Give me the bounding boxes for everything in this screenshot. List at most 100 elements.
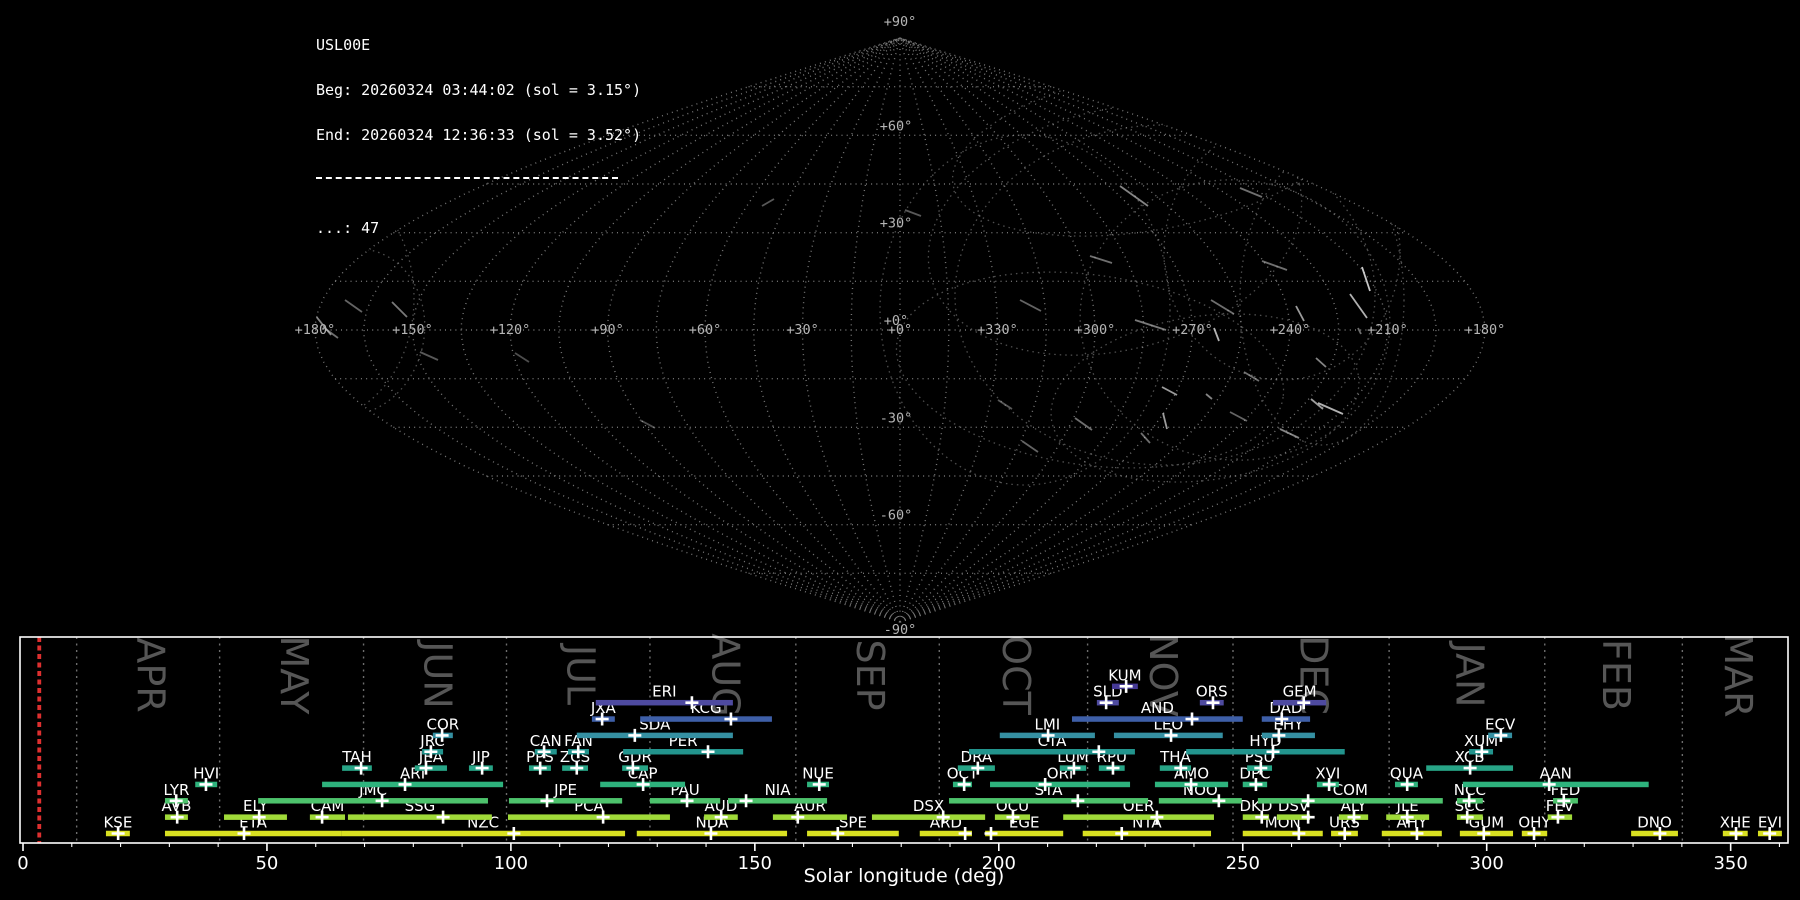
- peak-marker: [436, 810, 450, 824]
- shower-kum: KUM: [1108, 666, 1142, 693]
- meteor-trail: [1134, 319, 1167, 331]
- meteor-trail: [391, 301, 408, 318]
- shower-ecv: ECV: [1485, 715, 1516, 742]
- shower-code-label: AAN: [1540, 764, 1572, 782]
- meteor-trail: [1349, 293, 1368, 319]
- shower-code-label: ERI: [652, 683, 676, 701]
- shower-bar: [576, 732, 733, 739]
- header-separator: [316, 177, 618, 179]
- shower-code-label: TAH: [341, 748, 372, 766]
- ra-label: +90°: [591, 322, 624, 338]
- shower-bar: [1242, 830, 1323, 837]
- dec-label: -30°: [880, 410, 913, 426]
- shower-code-label: CAN: [530, 732, 562, 750]
- meteor-trail: [419, 351, 439, 361]
- shower-lyr: LYR: [163, 781, 189, 808]
- shower-bar: [341, 830, 626, 837]
- shower-bar: [1063, 814, 1214, 820]
- shower-activity: KSE ETA NZC NDA SPE ARD EGE NTA MON URS AHY GUM OHY D…: [103, 666, 1782, 840]
- ra-label: +30°: [786, 322, 819, 338]
- meteor-trail: [761, 198, 775, 207]
- x-tick-label: 250: [1226, 853, 1260, 874]
- shower-code-label: AND: [1141, 699, 1174, 717]
- shower-kse: KSE: [103, 814, 132, 840]
- shower-hvi: HVI: [193, 764, 219, 791]
- shower-xvi: XVI: [1315, 764, 1340, 791]
- month-label: APR: [129, 637, 173, 712]
- meteor-trail: [1112, 52, 1151, 61]
- shower-ohy: OHY: [1518, 814, 1551, 840]
- meteor-trail: [514, 352, 530, 363]
- month-label: JUN: [416, 639, 460, 708]
- ra-label: +300°: [1075, 322, 1116, 338]
- shower-code-label: DSX: [913, 797, 944, 815]
- ra-label: +270°: [1172, 322, 1213, 338]
- x-axis-title: Solar longitude (deg): [804, 865, 1005, 887]
- meridian-line: [753, 37, 901, 623]
- meteor-trail: [1229, 411, 1248, 422]
- plot-canvas: +90° -90° +180° +150° +120° +90° +60° +30° +0° +3…: [17, 14, 1789, 887]
- meteor-trail: [1119, 185, 1149, 207]
- shower-bar: [807, 830, 899, 837]
- meteor-count: ...: 47: [316, 219, 380, 237]
- shower-nue: NUE: [802, 764, 834, 791]
- meteor-trail: [1361, 266, 1371, 292]
- meteor-trail: [1279, 428, 1300, 439]
- shower-qua: QUA: [1390, 764, 1424, 791]
- ra-label: +150°: [392, 322, 433, 338]
- shower-bar: [871, 814, 986, 820]
- fov-ellipse: [1079, 179, 1391, 461]
- ra-label: +330°: [977, 322, 1018, 338]
- shower-bar: [949, 798, 1149, 804]
- shower-bar: [640, 716, 772, 722]
- shower-dno: DNO: [1631, 814, 1678, 840]
- shower-bar: [258, 798, 488, 804]
- x-tick-label: 0: [17, 853, 28, 874]
- peak-marker: [1185, 712, 1199, 726]
- meteor-trail: [1357, 327, 1362, 335]
- shower-bar: [322, 781, 504, 788]
- x-tick-label: 100: [494, 853, 528, 874]
- shower-bar: [969, 749, 1135, 755]
- shower-jip: JIP: [468, 748, 493, 775]
- ra-label: +180°: [295, 322, 336, 338]
- x-axis: 0 50 100 150 200 250 300 350Solar longitude (de…: [17, 843, 1780, 887]
- x-tick-label: 50: [255, 853, 278, 874]
- pole-label-south: -90°: [884, 622, 917, 638]
- peak-marker: [984, 827, 998, 840]
- meteor-trail: [639, 419, 656, 429]
- meteor-trail: [1295, 305, 1305, 322]
- shower-bar: [595, 699, 733, 706]
- meteor-trail: [1175, 120, 1200, 134]
- meteor-trail: [1257, 151, 1277, 164]
- ra-label: +120°: [490, 322, 531, 338]
- meteor-trail: [1261, 260, 1288, 271]
- fov-ellipse: [1163, 123, 1401, 381]
- activity-chart: APR MAY JUN JUL AUG SEP OCT NOV DEC JAN FEB MARKSE E…: [17, 632, 1789, 887]
- month-label: MAR: [1716, 632, 1760, 717]
- observation-header: USL00E Beg: 20260324 03:44:02 (sol = 3.1…: [316, 8, 641, 251]
- meteor-observation-screen: { "header": { "station": "USL00E", "beg"…: [0, 0, 1800, 900]
- meteor-trail: [1205, 393, 1213, 400]
- shower-bar: [623, 749, 744, 755]
- month-label: MAY: [272, 635, 316, 715]
- dec-label: +30°: [880, 216, 913, 232]
- shower-bar: [990, 781, 1131, 788]
- meteor-trail: [344, 299, 363, 313]
- x-tick-label: 150: [738, 853, 772, 874]
- shower-code-label: GEM: [1283, 683, 1317, 701]
- meteor-trail: [1036, 59, 1083, 67]
- shower-bar: [1158, 798, 1242, 804]
- shower-bar: [508, 798, 623, 804]
- month-label: OCT: [994, 635, 1038, 715]
- end-time: End: 20260324 12:36:33 (sol = 3.52°): [316, 126, 642, 144]
- shower-bar: [1186, 749, 1345, 755]
- peak-marker: [540, 794, 554, 808]
- meteor-trail: [1161, 386, 1178, 396]
- meteor-trail: [1243, 371, 1260, 382]
- peak-marker: [1071, 794, 1085, 808]
- meteor-trail: [1074, 417, 1093, 431]
- ra-label: +60°: [689, 322, 722, 338]
- shower-tah: TAH: [341, 748, 372, 775]
- x-tick-label: 350: [1713, 853, 1747, 874]
